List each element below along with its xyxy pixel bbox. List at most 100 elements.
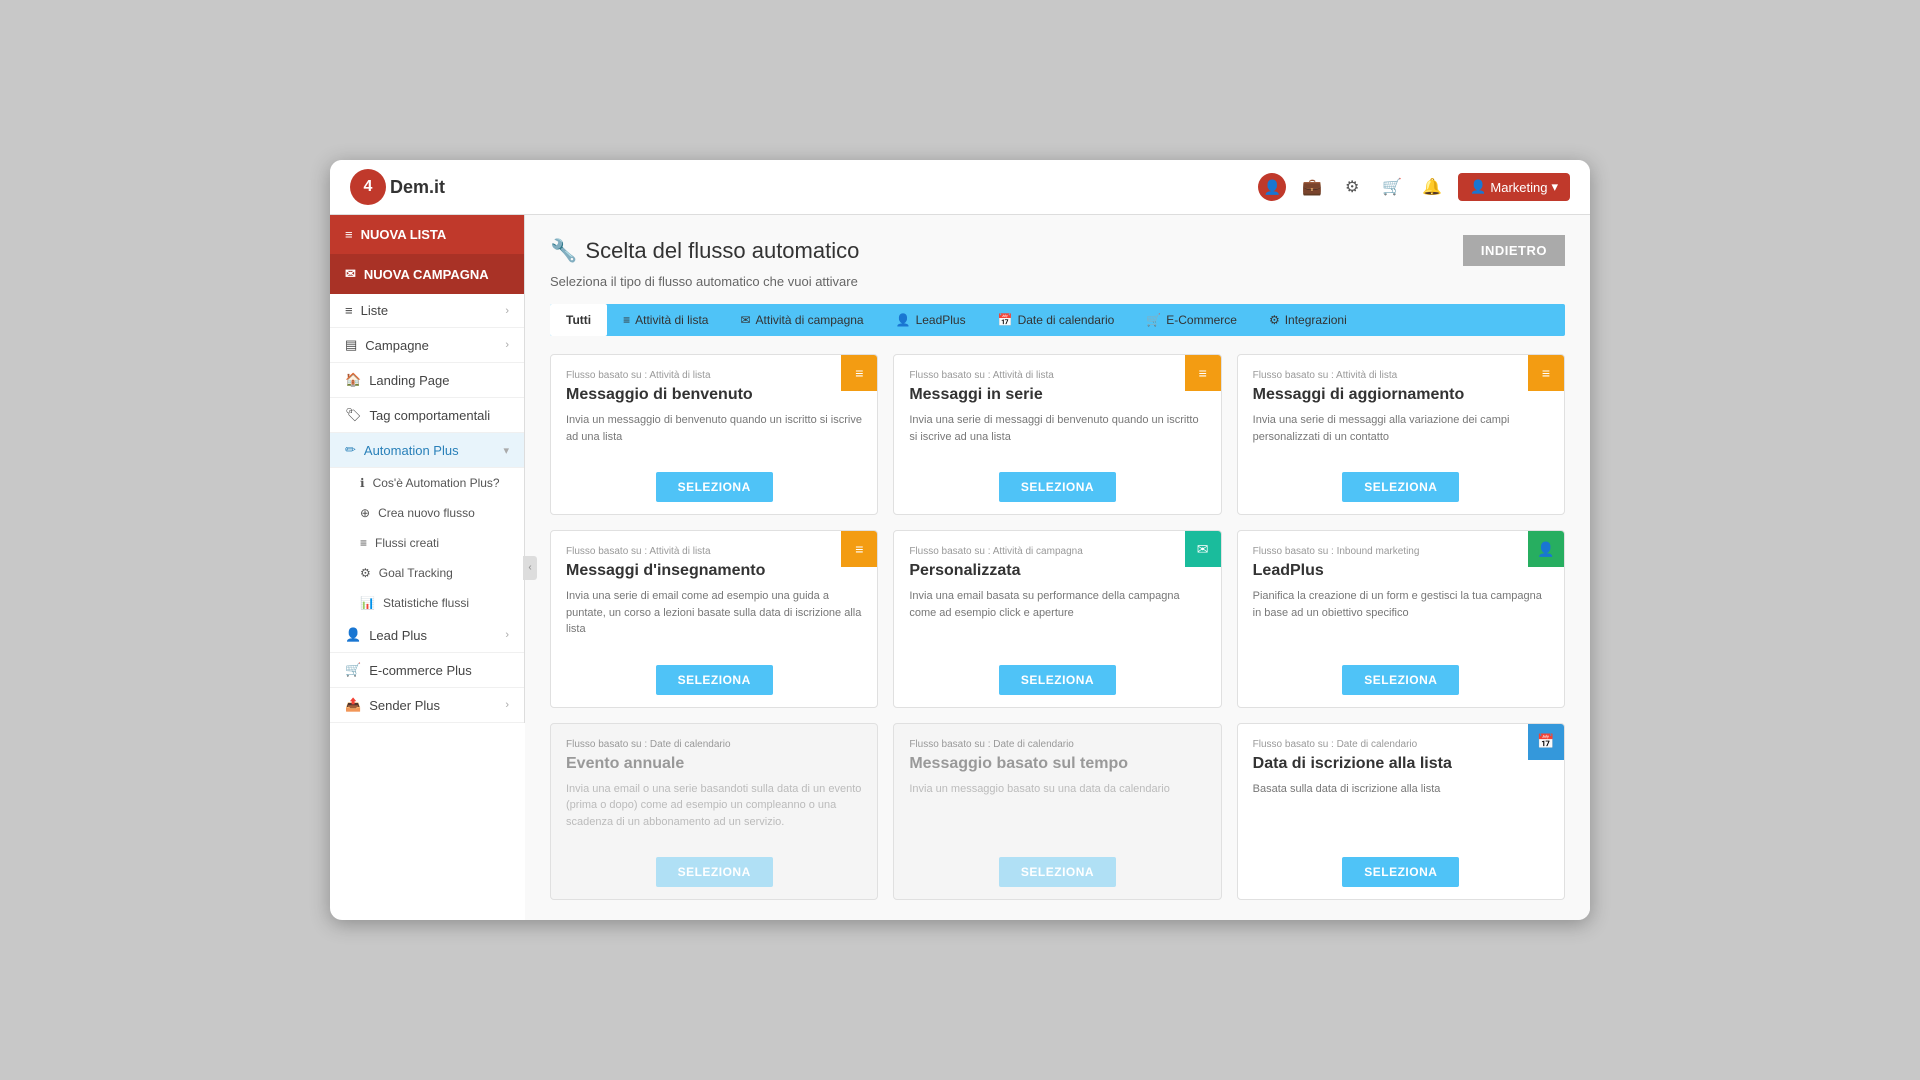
sidebar-sub-stats[interactable]: 📊 Statistiche flussi <box>330 588 524 618</box>
seleziona-btn-7[interactable]: SELEZIONA <box>999 857 1116 887</box>
envelope-icon: ✉ <box>345 266 356 282</box>
card-desc-2: Invia una serie di messaggi alla variazi… <box>1253 412 1549 445</box>
filter-tabs: Tutti ≡ Attività di lista ✉ Attività di … <box>550 304 1565 336</box>
settings-icon[interactable]: ⚙ <box>1338 173 1366 201</box>
sidebar-sub-crea[interactable]: ⊕ Crea nuovo flusso <box>330 498 524 528</box>
card-aggiornamento: ≡ Flusso basato su : Attività di lista M… <box>1237 354 1565 515</box>
tab-date-calendario[interactable]: 📅 Date di calendario <box>982 304 1131 336</box>
card-tag-4: Flusso basato su : Attività di campagna <box>909 546 1205 557</box>
main-content: 🔧 Scelta del flusso automatico INDIETRO … <box>525 215 1590 920</box>
sidebar-item-sender[interactable]: 📤 Sender Plus › <box>330 688 524 723</box>
page-title: 🔧 Scelta del flusso automatico <box>550 238 859 264</box>
seleziona-btn-0[interactable]: SELEZIONA <box>656 472 773 502</box>
tab-integrazioni[interactable]: ⚙ Integrazioni <box>1253 304 1363 336</box>
seleziona-btn-6[interactable]: SELEZIONA <box>656 857 773 887</box>
card-tag-0: Flusso basato su : Attività di lista <box>566 370 862 381</box>
automation-icon: ✏ <box>345 442 356 458</box>
info-icon: ℹ <box>360 476 365 490</box>
card-corner-1: ≡ <box>1185 355 1221 391</box>
card-desc-5: Pianifica la creazione di un form e gest… <box>1253 588 1549 621</box>
lead-tab-icon: 👤 <box>896 313 911 327</box>
card-tag-6: Flusso basato su : Date di calendario <box>566 739 862 750</box>
seleziona-btn-3[interactable]: SELEZIONA <box>656 665 773 695</box>
campagna-tab-icon: ✉ <box>740 313 750 327</box>
new-list-button[interactable]: ≡ NUOVA LISTA <box>330 215 524 254</box>
wrench-icon: 🔧 <box>550 238 577 264</box>
lead-icon: 👤 <box>345 627 361 643</box>
tab-tutti[interactable]: Tutti <box>550 304 607 336</box>
seleziona-btn-5[interactable]: SELEZIONA <box>1342 665 1459 695</box>
stats-icon: 📊 <box>360 596 375 610</box>
user-search-icon[interactable]: 👤 <box>1258 173 1286 201</box>
user-avatar-icon: 👤 <box>1470 179 1486 195</box>
tab-ecommerce[interactable]: 🛒 E-Commerce <box>1130 304 1253 336</box>
tab-attivita-lista[interactable]: ≡ Attività di lista <box>607 304 724 336</box>
chevron-down-icon: ▾ <box>503 444 509 457</box>
card-desc-1: Invia una serie di messaggi di benvenuto… <box>909 412 1205 445</box>
cart-icon[interactable]: 🛒 <box>1378 173 1406 201</box>
content-header: 🔧 Scelta del flusso automatico INDIETRO <box>550 235 1565 266</box>
marketing-button[interactable]: 👤 Marketing ▾ <box>1458 173 1570 201</box>
sidebar-item-ecommerce[interactable]: 🛒 E-commerce Plus <box>330 653 524 688</box>
logo-text: Dem.it <box>390 177 445 198</box>
card-desc-6: Invia una email o una serie basandoti su… <box>566 781 862 831</box>
ecommerce-icon: 🛒 <box>345 662 361 678</box>
logo: 4 Dem.it <box>350 169 445 205</box>
sender-icon: 📤 <box>345 697 361 713</box>
card-tag-3: Flusso basato su : Attività di lista <box>566 546 862 557</box>
seleziona-btn-1[interactable]: SELEZIONA <box>999 472 1116 502</box>
card-title-7: Messaggio basato sul tempo <box>909 755 1205 773</box>
chevron-right-icon: › <box>505 629 509 641</box>
card-serie: ≡ Flusso basato su : Attività di lista M… <box>893 354 1221 515</box>
card-tag-1: Flusso basato su : Attività di lista <box>909 370 1205 381</box>
chevron-right-icon: › <box>505 699 509 711</box>
briefcase-icon[interactable]: 💼 <box>1298 173 1326 201</box>
card-title-1: Messaggi in serie <box>909 386 1205 404</box>
card-tempo: Flusso basato su : Date di calendario Me… <box>893 723 1221 901</box>
sidebar-item-campagne[interactable]: ▤ Campagne › <box>330 328 524 363</box>
indietro-button[interactable]: INDIETRO <box>1463 235 1565 266</box>
card-title-3: Messaggi d'insegnamento <box>566 562 862 580</box>
card-leadplus: 👤 Flusso basato su : Inbound marketing L… <box>1237 530 1565 708</box>
new-campaign-button[interactable]: ✉ NUOVA CAMPAGNA <box>330 254 524 294</box>
card-corner-0: ≡ <box>841 355 877 391</box>
integrations-tab-icon: ⚙ <box>1269 313 1280 327</box>
card-title-2: Messaggi di aggiornamento <box>1253 386 1549 404</box>
card-title-4: Personalizzata <box>909 562 1205 580</box>
sidebar-sub-goal[interactable]: ⚙ Goal Tracking <box>330 558 524 588</box>
sidebar-item-lead[interactable]: 👤 Lead Plus › <box>330 618 524 653</box>
tab-attivita-campagna[interactable]: ✉ Attività di campagna <box>724 304 879 336</box>
top-nav-icons: 👤 💼 ⚙ 🛒 🔔 👤 Marketing ▾ <box>1258 173 1570 201</box>
card-data-iscrizione: 📅 Flusso basato su : Date di calendario … <box>1237 723 1565 901</box>
card-personalizzata: ✉ Flusso basato su : Attività di campagn… <box>893 530 1221 708</box>
sidebar-item-landing[interactable]: 🏠 Landing Page <box>330 363 524 398</box>
card-insegnamento: ≡ Flusso basato su : Attività di lista M… <box>550 530 878 708</box>
top-nav: 4 Dem.it 👤 💼 ⚙ 🛒 🔔 👤 Marketing ▾ <box>330 160 1590 215</box>
tab-leadplus[interactable]: 👤 LeadPlus <box>880 304 982 336</box>
sidebar-item-tag[interactable]: 🏷 Tag comportamentali <box>330 398 524 433</box>
seleziona-btn-8[interactable]: SELEZIONA <box>1342 857 1459 887</box>
sidebar-collapse-arrow[interactable]: ‹ <box>523 556 537 580</box>
card-tag-5: Flusso basato su : Inbound marketing <box>1253 546 1549 557</box>
sidebar-sub-cosè[interactable]: ℹ Cos'è Automation Plus? <box>330 468 524 498</box>
card-benvenuto: ≡ Flusso basato su : Attività di lista M… <box>550 354 878 515</box>
sidebar-item-liste[interactable]: ≡ Liste › <box>330 294 524 328</box>
card-corner-5: 👤 <box>1528 531 1564 567</box>
sidebar-sub-flussi[interactable]: ≡ Flussi creati <box>330 528 524 558</box>
flussi-icon: ≡ <box>360 536 367 550</box>
bell-icon[interactable]: 🔔 <box>1418 173 1446 201</box>
sidebar-wrapper: ≡ NUOVA LISTA ✉ NUOVA CAMPAGNA ≡ Liste ›… <box>330 215 525 920</box>
sidebar: ≡ NUOVA LISTA ✉ NUOVA CAMPAGNA ≡ Liste ›… <box>330 215 525 723</box>
list-bullet-icon: ≡ <box>345 303 353 318</box>
card-evento: Flusso basato su : Date di calendario Ev… <box>550 723 878 901</box>
card-desc-0: Invia un messaggio di benvenuto quando u… <box>566 412 862 445</box>
card-tag-2: Flusso basato su : Attività di lista <box>1253 370 1549 381</box>
seleziona-btn-2[interactable]: SELEZIONA <box>1342 472 1459 502</box>
sidebar-item-automation[interactable]: ✏ Automation Plus ▾ <box>330 433 524 468</box>
page-subtitle: Seleziona il tipo di flusso automatico c… <box>550 274 1565 289</box>
tag-icon: 🏷 <box>345 407 362 423</box>
logo-circle: 4 <box>350 169 386 205</box>
card-tag-7: Flusso basato su : Date di calendario <box>909 739 1205 750</box>
seleziona-btn-4[interactable]: SELEZIONA <box>999 665 1116 695</box>
goal-icon: ⚙ <box>360 566 371 580</box>
